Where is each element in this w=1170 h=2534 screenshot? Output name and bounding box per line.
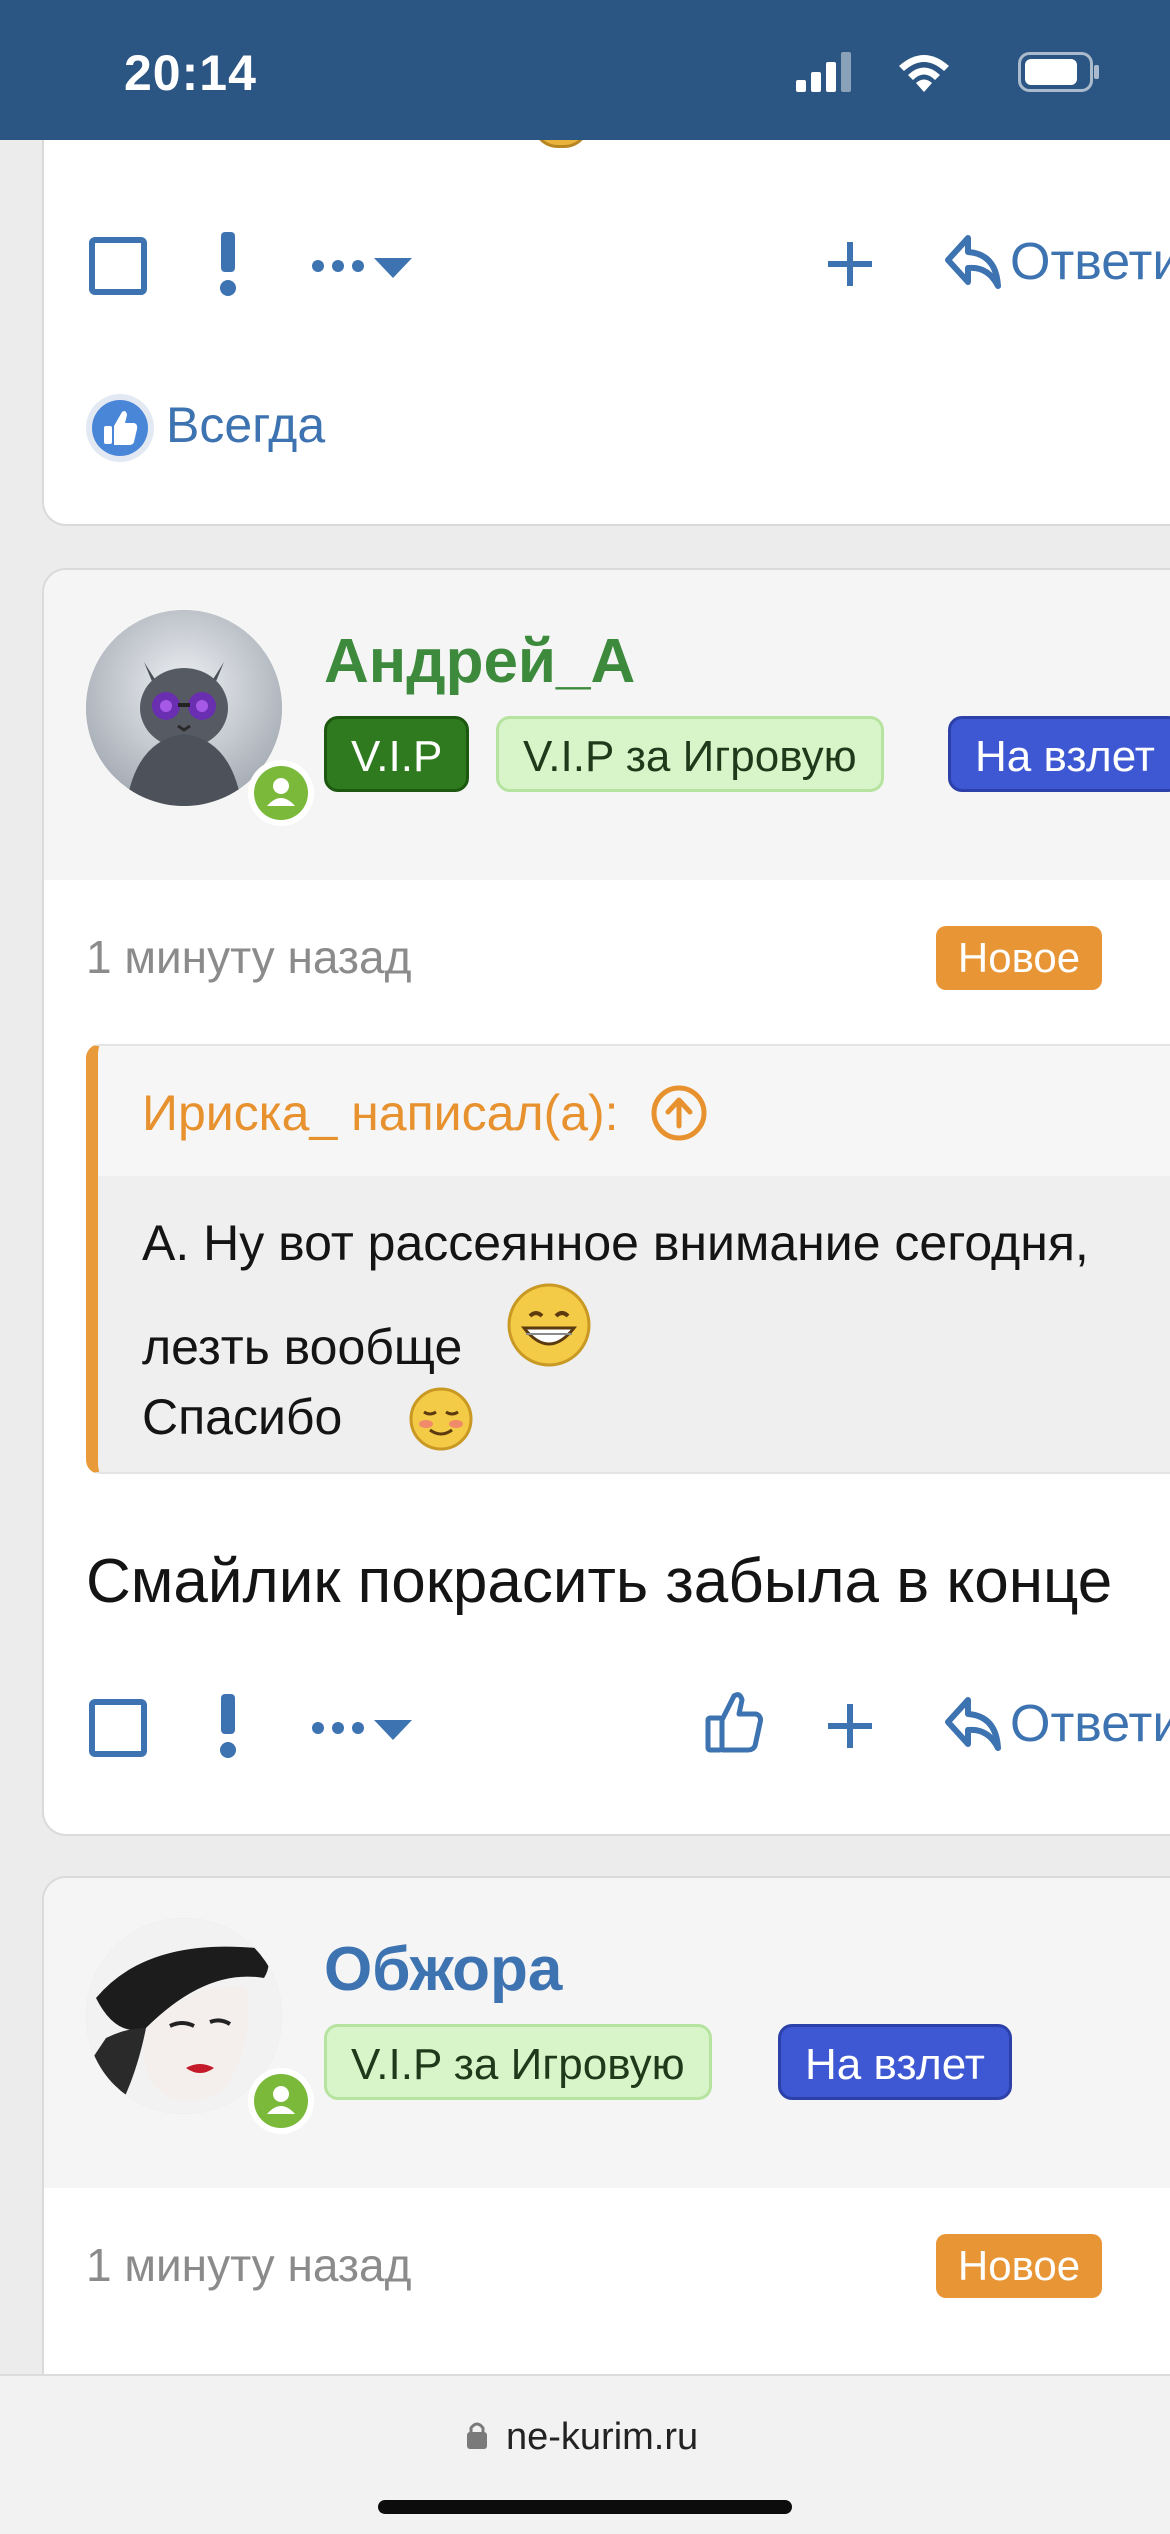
plus-icon[interactable] [826, 1702, 874, 1750]
wifi-icon [899, 55, 949, 92]
more-dots-caret-icon[interactable] [310, 1710, 414, 1746]
blush-smile-emoji-icon [409, 1387, 473, 1451]
quote-line-3: Спасибо [142, 1389, 343, 1445]
checkbox-icon[interactable] [88, 1698, 148, 1758]
user-online-icon [267, 2086, 295, 2114]
more-dots-caret-icon[interactable] [310, 248, 414, 284]
plus-icon[interactable] [826, 240, 874, 288]
checkbox-icon[interactable] [88, 236, 148, 296]
reaction-label[interactable]: Всегда [166, 396, 325, 454]
post-card-andrey: Андрей_А V.I.P V.I.P за Игровую На взлет… [42, 568, 1170, 1836]
username[interactable]: Андрей_А [324, 626, 635, 697]
address-bar-url[interactable]: ne-kurim.ru [506, 2416, 698, 2459]
badge-vip: V.I.P [324, 716, 470, 792]
online-status-indicator [248, 2068, 314, 2134]
quote-line-1: А. Ну вот рассеянное внимание сегодня, [142, 1215, 1089, 1271]
post-card-obzhora: Обжора V.I.P за Игровую На взлет 1 минут… [42, 1876, 1170, 2440]
new-badge: Новое [936, 926, 1102, 990]
reply-arrow-icon[interactable] [942, 232, 1002, 290]
reply-arrow-icon[interactable] [942, 1694, 1002, 1752]
thumbs-up-icon[interactable] [84, 392, 156, 464]
browser-bottom-bar: ne-kurim.ru [0, 2374, 1170, 2534]
exclamation-icon[interactable] [216, 232, 240, 298]
badge-vip-game: V.I.P за Игровую [324, 2024, 712, 2100]
like-icon[interactable] [704, 1690, 764, 1756]
badge-takeoff: На взлет [948, 716, 1170, 792]
quote-block: Ириска_ написал(а): А. Ну вот рассеянное… [44, 1044, 1170, 1474]
home-indicator[interactable] [378, 2500, 792, 2514]
badge-vip-game: V.I.P за Игровую [496, 716, 884, 792]
reply-label[interactable]: Ответи [1010, 1694, 1170, 1754]
quote-jump-up-icon[interactable] [650, 1084, 708, 1142]
quote-line-2: лезть вообще [142, 1319, 463, 1375]
battery-icon [1018, 52, 1099, 92]
exclamation-icon[interactable] [216, 1694, 240, 1760]
lock-icon [467, 2422, 487, 2449]
user-online-icon [267, 778, 295, 806]
post-time[interactable]: 1 минуту назад [86, 930, 411, 984]
cellular-signal-icon [796, 52, 851, 92]
quote-author[interactable]: Ириска_ написал(а): [142, 1084, 619, 1142]
username[interactable]: Обжора [324, 1934, 562, 2005]
status-time: 20:14 [124, 45, 257, 101]
status-bar: 20:14 [0, 0, 1170, 140]
post-time[interactable]: 1 минуту назад [86, 2238, 411, 2292]
badge-takeoff: На взлет [778, 2024, 1012, 2100]
grin-emoji-icon [507, 1283, 591, 1367]
reply-label[interactable]: Ответи [1010, 232, 1170, 292]
post-body-text: Смайлик покрасить забыла в конце [86, 1547, 1113, 1616]
online-status-indicator [248, 760, 314, 826]
new-badge: Новое [936, 2234, 1102, 2298]
